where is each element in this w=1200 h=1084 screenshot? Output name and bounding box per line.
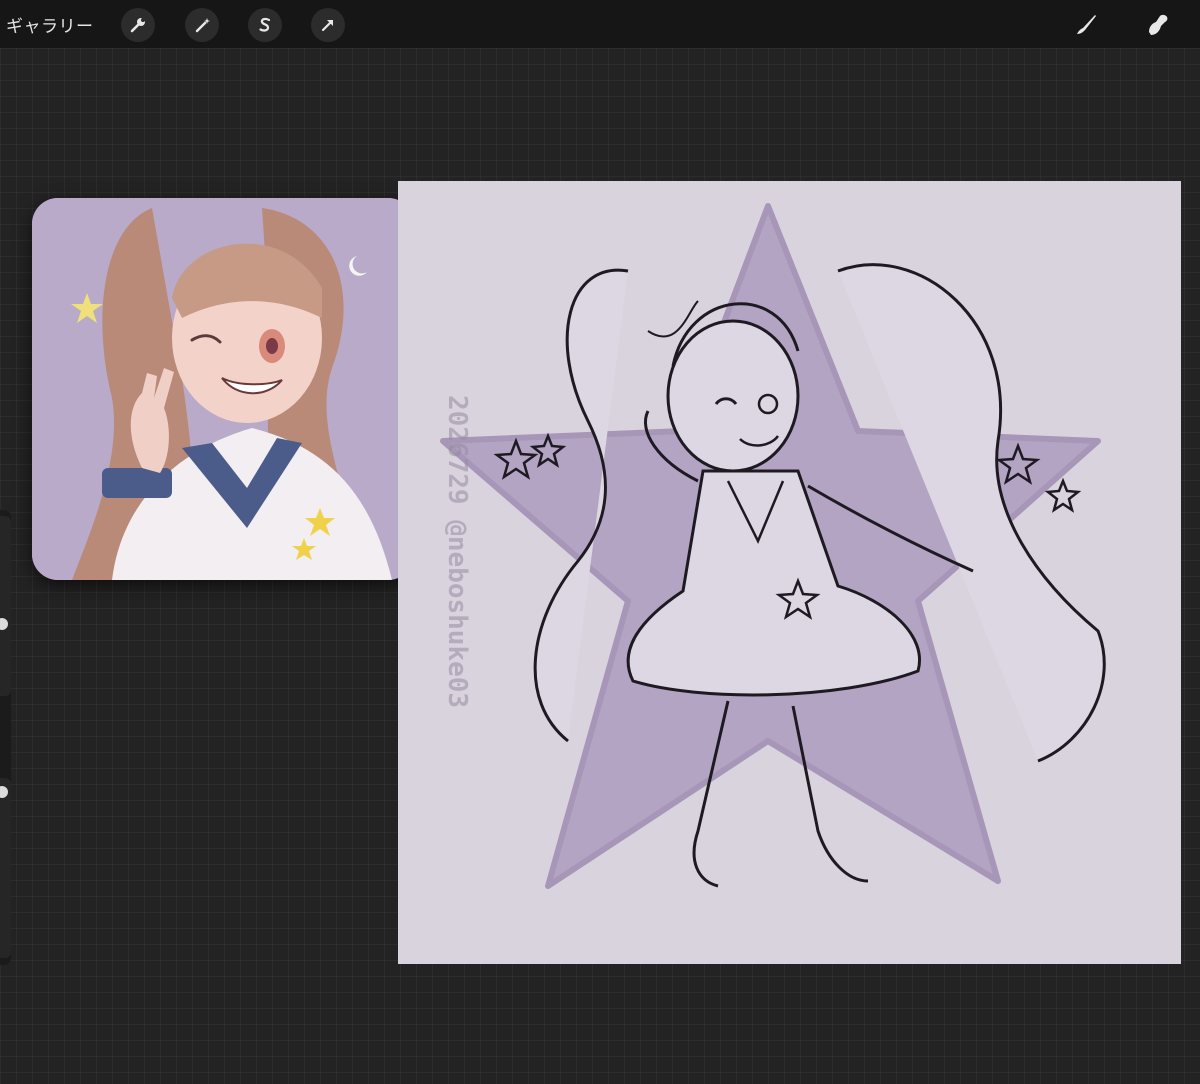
reference-window[interactable] [32,198,414,580]
canvas-watermark: 2026729 @neboshuke03 [438,395,472,708]
wrench-icon [130,18,145,33]
toolbar: ギャラリー [0,0,1200,48]
magic-wand-icon [195,18,210,33]
sidebar [0,510,11,965]
watermark-date: 2026729 [442,395,472,505]
sketch-artwork [398,181,1181,964]
brush-size-knob[interactable] [0,618,8,630]
brush-size-slider[interactable] [0,516,11,696]
drawing-canvas[interactable] [398,181,1181,964]
brush-button[interactable] [1068,8,1102,42]
selection-button[interactable] [248,8,282,42]
adjustments-button[interactable] [185,8,219,42]
transform-arrow-icon [321,19,334,32]
opacity-slider[interactable] [0,778,11,958]
transform-button[interactable] [311,8,345,42]
smudge-button[interactable] [1141,8,1175,42]
watermark-handle: @neboshuke03 [442,520,472,709]
wrench-button[interactable] [121,8,155,42]
gallery-button[interactable]: ギャラリー [6,12,94,37]
smudge-icon [1149,14,1168,35]
reference-image [32,198,414,580]
brush-icon [1077,15,1096,34]
selection-s-icon [259,17,271,32]
opacity-knob[interactable] [0,786,8,798]
